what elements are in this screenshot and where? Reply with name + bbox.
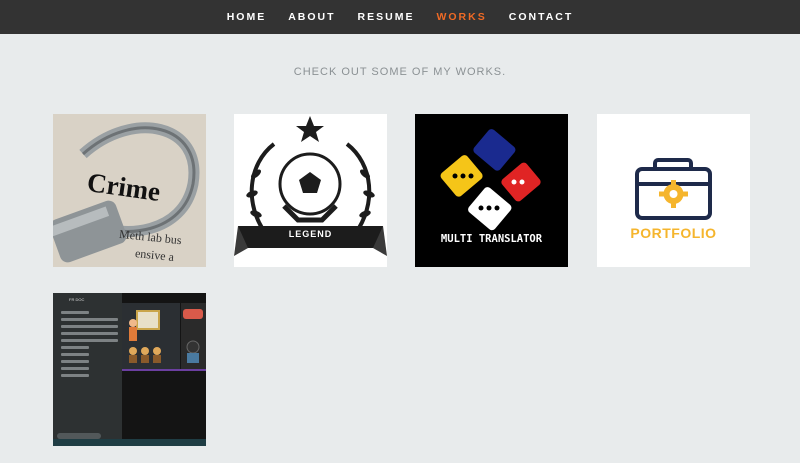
app-sidebar-header: FR DOC <box>69 297 85 302</box>
nav-item-about[interactable]: ABOUT <box>288 11 335 23</box>
legend-label: LEGEND <box>288 229 333 239</box>
work-tile-crime[interactable]: Crime Meth lab bus ensive a <box>53 114 206 267</box>
portfolio-label: PORTFOLIO <box>630 225 717 241</box>
sidebar-line <box>61 353 89 356</box>
top-navigation: HOME ABOUT RESUME WORKS CONTACT <box>0 0 800 34</box>
sidebar-line <box>61 339 118 342</box>
work-tile-multi-translator[interactable]: MULTI TRANSLATOR <box>415 114 568 267</box>
sidebar-line <box>61 374 89 377</box>
sidebar-line <box>61 367 89 370</box>
sidebar-line <box>61 346 89 349</box>
sidebar-line <box>61 311 89 314</box>
work-tile-app-screenshot[interactable]: FR DOC <box>53 293 206 446</box>
nav-item-contact[interactable]: CONTACT <box>509 11 574 23</box>
sidebar-line <box>61 360 89 363</box>
nav-item-home[interactable]: HOME <box>227 11 267 23</box>
multi-translator-label: MULTI TRANSLATOR <box>440 233 543 245</box>
app-sidebar: FR DOC <box>53 293 122 446</box>
sidebar-line <box>61 318 118 321</box>
nav-item-resume[interactable]: RESUME <box>358 11 415 23</box>
sidebar-line <box>61 332 118 335</box>
work-tile-portfolio[interactable]: PORTFOLIO <box>597 114 750 267</box>
section-subtitle: CHECK OUT SOME OF MY WORKS. <box>293 66 507 78</box>
briefcase-gear-icon <box>597 114 750 267</box>
nav-item-works[interactable]: WORKS <box>436 11 486 23</box>
work-tile-legend[interactable]: LEGEND <box>234 114 387 267</box>
sidebar-line <box>61 325 118 328</box>
soccer-legend-emblem <box>234 114 387 267</box>
app-bottom-bar <box>53 439 206 446</box>
